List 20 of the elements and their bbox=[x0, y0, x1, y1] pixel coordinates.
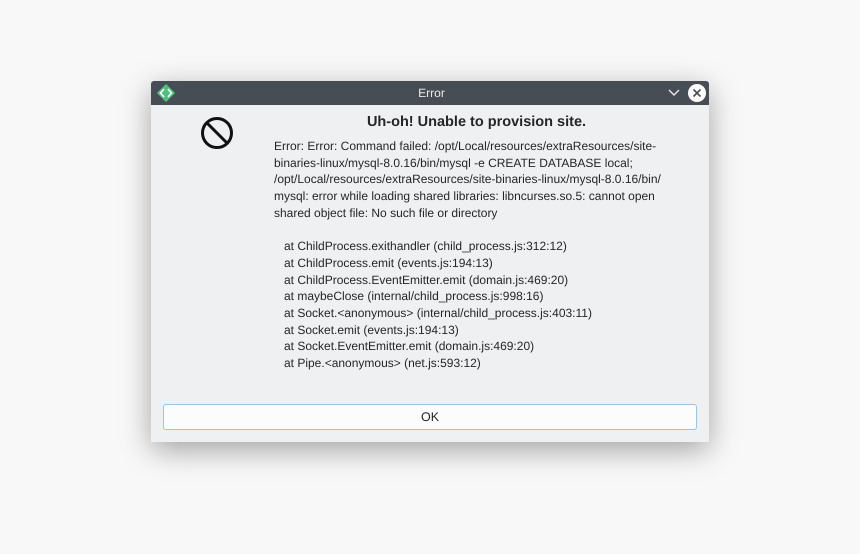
stack-trace-line: at maybeClose (internal/child_process.js:998:16) bbox=[284, 288, 544, 306]
dialog-heading: Uh-oh! Unable to provision site. bbox=[366, 114, 588, 130]
error-message-line: mysql: error while loading shared libraries: libncurses.so.5: cannot open bbox=[274, 188, 655, 205]
minimize-chevron-icon[interactable] bbox=[668, 89, 680, 97]
error-message-line: shared object file: No such file or directory bbox=[274, 204, 498, 222]
stack-trace-line: at Socket.emit (events.js:194:13) bbox=[284, 322, 459, 338]
error-message-line: Error: Error: Command failed: /opt/Local/resources/extraResources/site- bbox=[274, 138, 656, 155]
prohibited-icon bbox=[200, 116, 234, 150]
ok-button[interactable]: OK bbox=[163, 404, 697, 430]
stack-trace-line: at ChildProcess.exithandler (child_process.js:312:12) bbox=[284, 238, 567, 255]
stack-trace-line: at Socket.EventEmitter.emit (domain.js:469:20) bbox=[284, 338, 534, 356]
stack-trace-line: at ChildProcess.EventEmitter.emit (domain.js:469:20) bbox=[284, 272, 568, 288]
stack-trace-line: at Pipe.<anonymous> (net.js:593:12) bbox=[284, 355, 481, 372]
window-title: Error bbox=[417, 86, 446, 100]
stack-trace-line: at ChildProcess.emit (events.js:194:13) bbox=[284, 254, 493, 272]
error-message-line: binaries-linux/mysql-8.0.16/bin/mysql -e CREATE DATABASE local; bbox=[274, 154, 633, 172]
close-icon[interactable] bbox=[688, 84, 706, 102]
app-logo-icon bbox=[157, 84, 175, 102]
error-message-line: /opt/Local/resources/extraResources/site-binaries-linux/mysql-8.0.16/bin/ bbox=[274, 171, 661, 188]
stack-trace-line: at Socket.<anonymous> (internal/child_process.js:403:11) bbox=[284, 305, 592, 322]
